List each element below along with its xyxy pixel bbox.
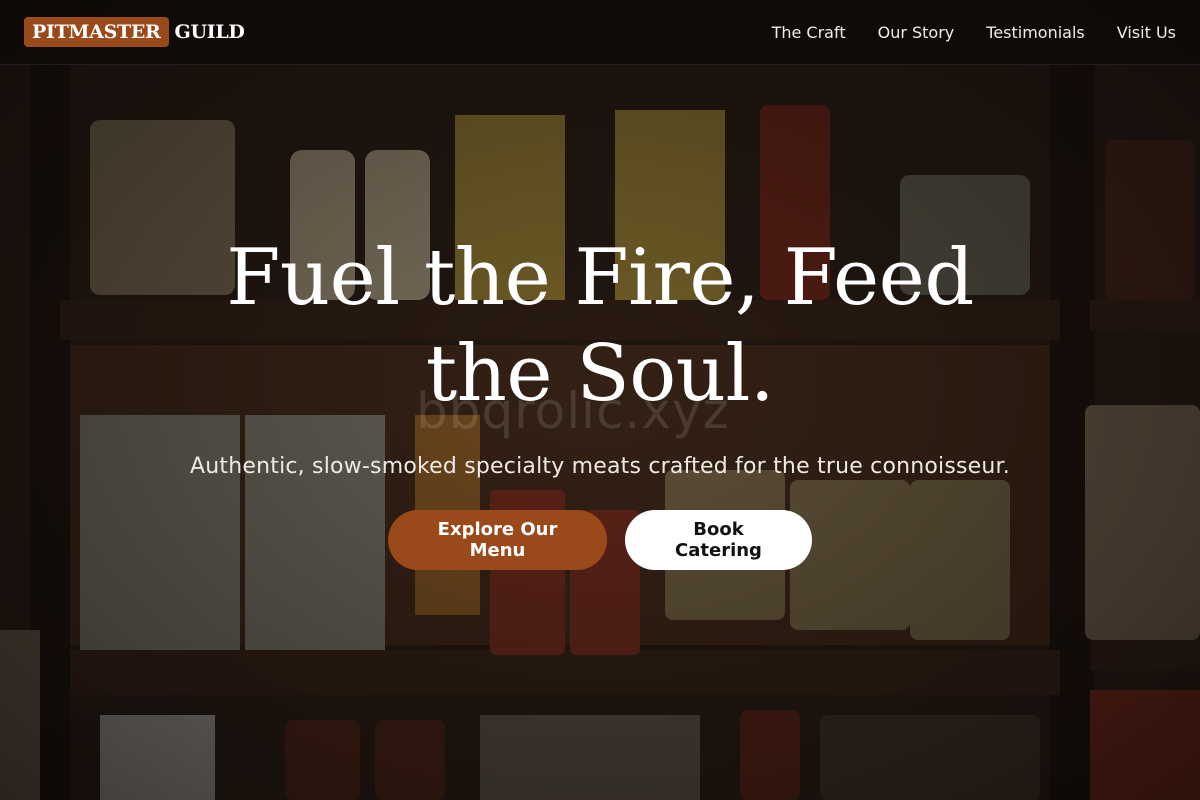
explore-menu-button[interactable]: Explore Our Menu xyxy=(388,510,607,570)
logo-mark: PITMASTER xyxy=(24,17,169,47)
hero-headline: Fuel the Fire, Feed the Soul. xyxy=(226,233,974,419)
brand-logo[interactable]: PITMASTER GUILD xyxy=(24,17,245,47)
hero-subheadline: Authentic, slow-smoked specialty meats c… xyxy=(190,454,1010,479)
nav-link-testimonials[interactable]: Testimonials xyxy=(986,23,1085,42)
site-header: PITMASTER GUILD The Craft Our Story Test… xyxy=(0,0,1200,65)
nav-link-our-story[interactable]: Our Story xyxy=(878,23,955,42)
hero-cta-group: Explore Our Menu Book Catering xyxy=(0,510,1200,570)
main-nav: The Craft Our Story Testimonials Visit U… xyxy=(772,23,1176,42)
logo-text: GUILD xyxy=(174,21,245,43)
nav-link-visit-us[interactable]: Visit Us xyxy=(1117,23,1176,42)
hero-section: Fuel the Fire, Feed the Soul. Authentic,… xyxy=(0,230,1200,479)
book-catering-button[interactable]: Book Catering xyxy=(625,510,812,570)
nav-link-the-craft[interactable]: The Craft xyxy=(772,23,846,42)
